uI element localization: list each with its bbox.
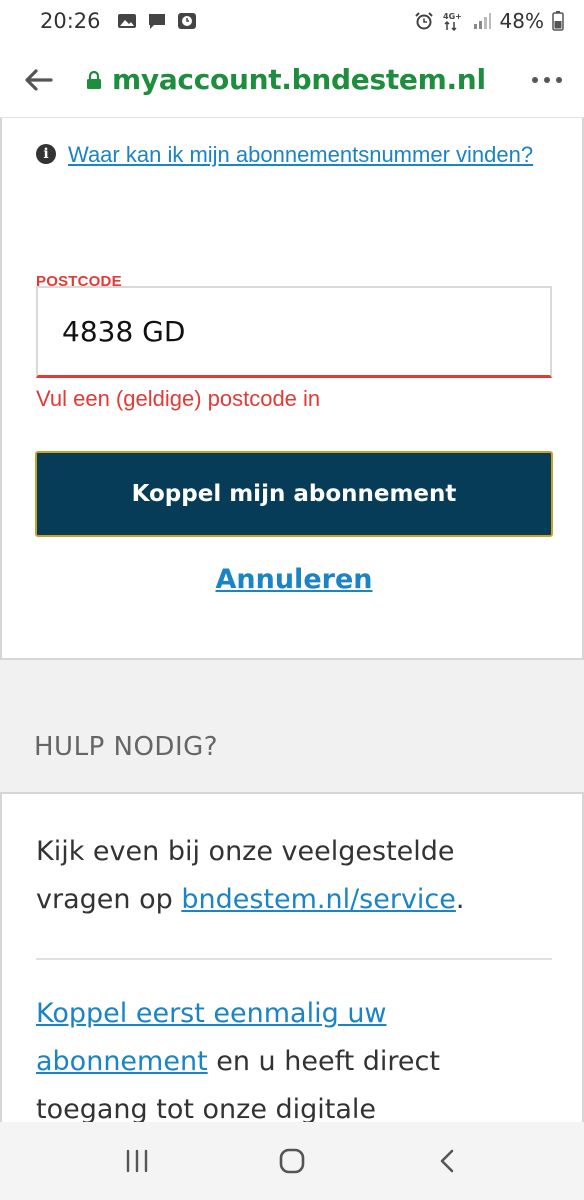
back-button[interactable] — [8, 42, 68, 118]
clock-app-icon — [177, 13, 196, 29]
gallery-icon — [117, 14, 136, 28]
help-paragraph-link: Koppel eerst eenmalig uw abonnement en u… — [36, 990, 556, 1132]
recent-apps-button[interactable] — [107, 1131, 167, 1191]
lock-icon — [87, 70, 101, 89]
network-arrows-icon: 4G+ — [443, 12, 462, 31]
browser-menu-button[interactable] — [532, 76, 562, 83]
more-dot — [556, 76, 562, 83]
more-dot — [532, 76, 538, 83]
help-heading: HULP NODIG? — [34, 732, 219, 762]
svg-text:4G+: 4G+ — [443, 12, 462, 21]
postcode-input[interactable] — [36, 286, 552, 378]
status-icons-right: 4G+ 48% — [414, 9, 564, 33]
service-link[interactable]: bndestem.nl/service — [181, 884, 456, 915]
divider — [36, 958, 552, 960]
link-subscription-button[interactable]: Koppel mijn abonnement — [35, 451, 553, 537]
message-icon — [148, 14, 165, 29]
subscription-number-help-link[interactable]: Waar kan ik mijn abonnementsnummer vinde… — [68, 142, 533, 167]
address-bar[interactable]: myaccount.bndestem.nl — [86, 63, 486, 96]
help-card: Kijk even bij onze veelgestelde vragen o… — [0, 792, 584, 1132]
info-icon: i — [36, 144, 56, 165]
status-icons-left — [117, 12, 197, 30]
postcode-error: Vul een (geldige) postcode in — [36, 386, 321, 411]
subscription-form-card: i Waar kan ik mijn abonnementsnummer vind… — [0, 118, 584, 660]
battery-percentage: 48% — [499, 9, 544, 33]
status-bar: 20:26 4G+ 48% — [0, 0, 584, 42]
help-paragraph-faq: Kijk even bij onze veelgestelde vragen o… — [36, 828, 556, 924]
battery-icon — [552, 11, 564, 31]
home-icon — [279, 1148, 305, 1174]
cancel-link[interactable]: Annuleren — [2, 564, 584, 595]
more-dot — [544, 76, 550, 83]
recent-apps-icon — [127, 1149, 148, 1173]
browser-toolbar: myaccount.bndestem.nl — [0, 42, 584, 118]
back-arrow-icon — [25, 68, 53, 91]
help-line: i Waar kan ik mijn abonnementsnummer vind… — [36, 130, 556, 180]
url-text: myaccount.bndestem.nl — [112, 63, 486, 96]
nav-back-button[interactable] — [417, 1131, 477, 1191]
alarm-icon — [414, 12, 433, 30]
status-time: 20:26 — [40, 9, 101, 33]
faq-suffix: . — [455, 884, 465, 915]
nav-back-icon — [440, 1149, 453, 1173]
system-nav-bar — [0, 1122, 584, 1200]
signal-icon — [473, 13, 491, 29]
home-button[interactable] — [262, 1131, 322, 1191]
